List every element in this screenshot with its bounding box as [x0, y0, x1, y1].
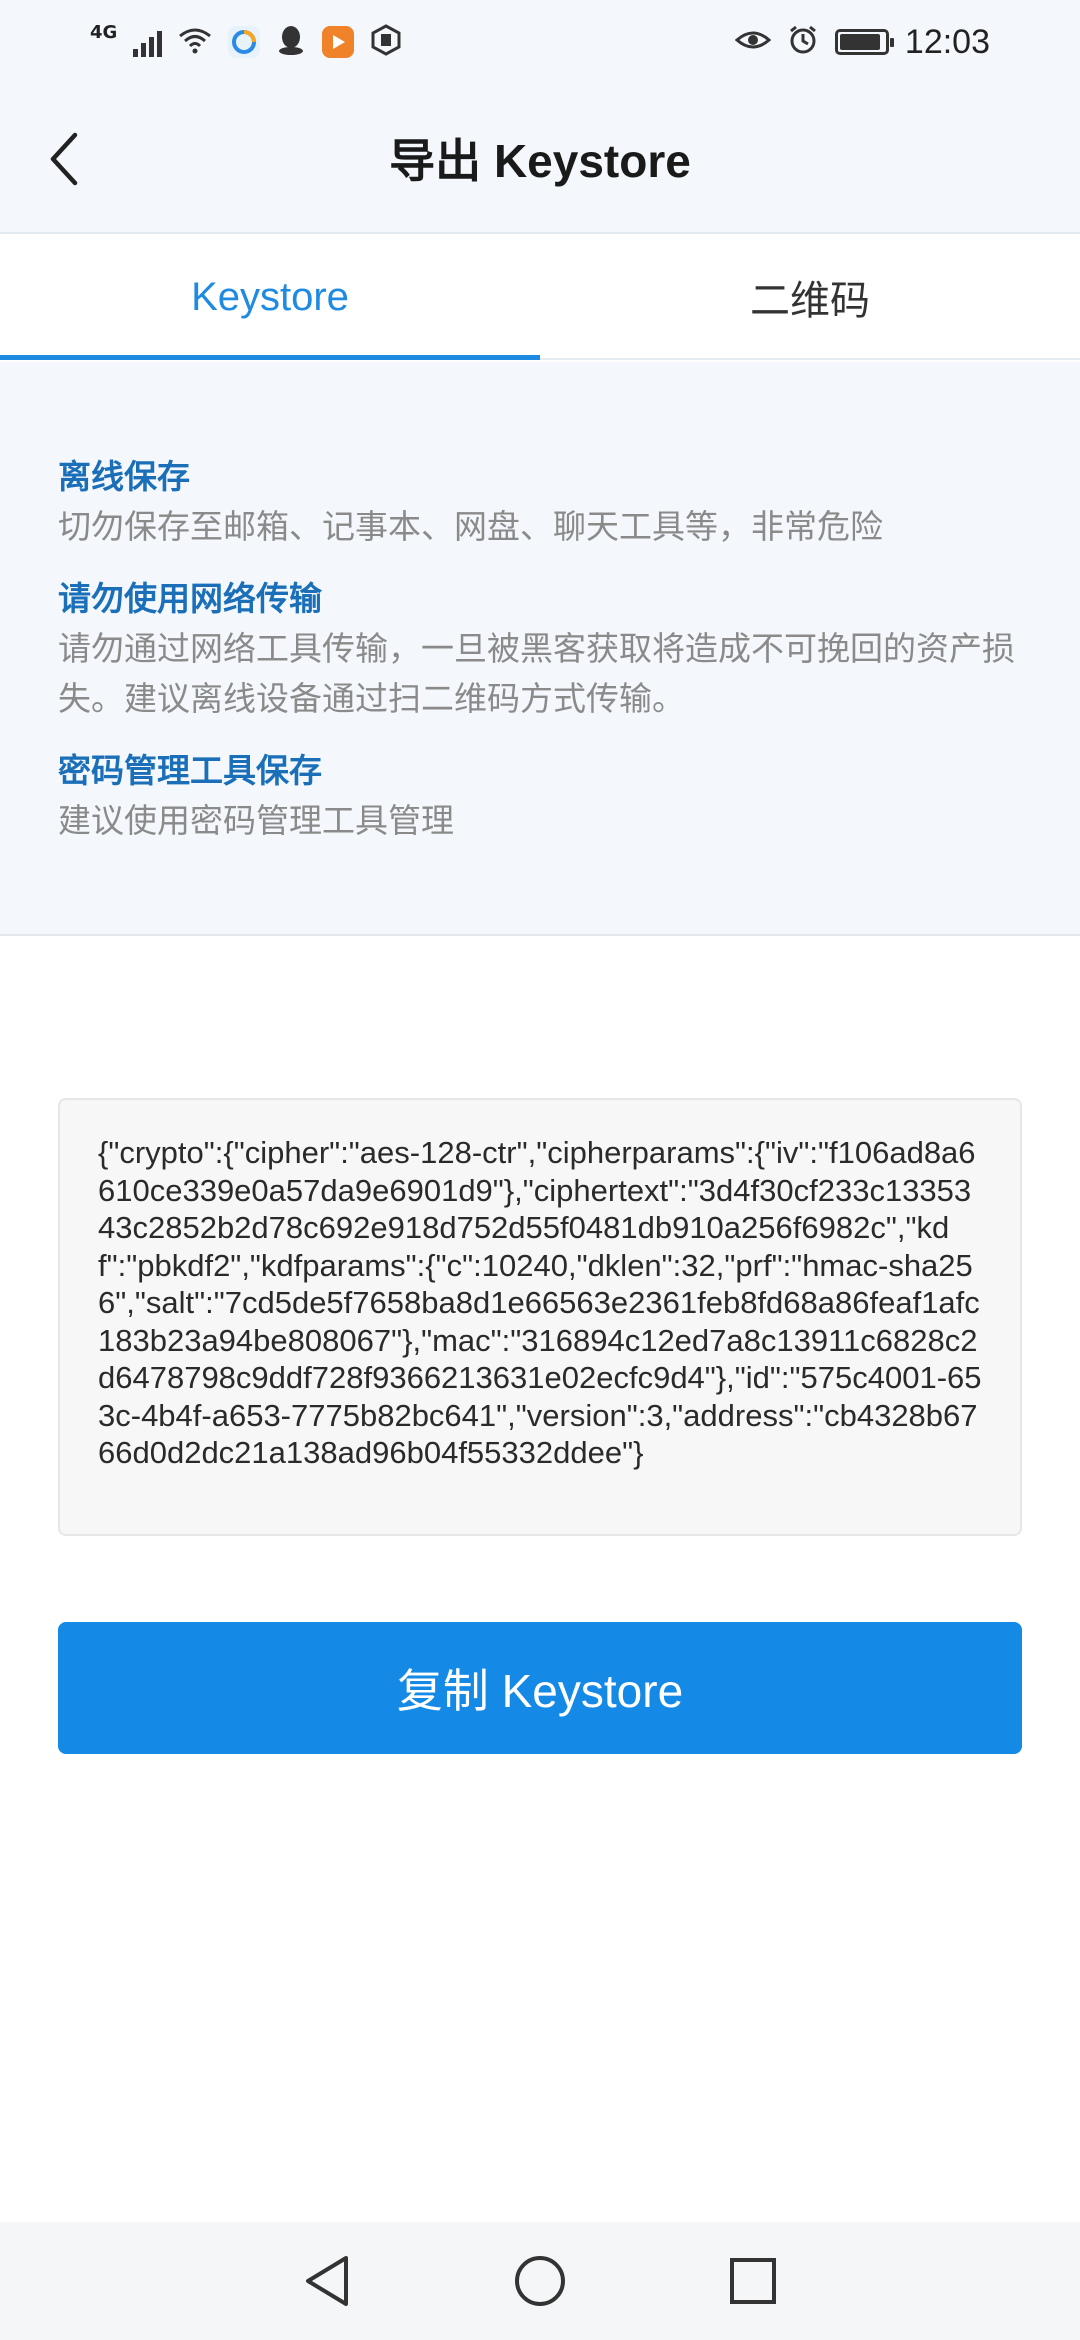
nav-home-button[interactable] — [500, 2241, 580, 2321]
network-type: 4G — [90, 21, 118, 43]
qq-icon — [276, 24, 306, 60]
nav-back-button[interactable] — [287, 2241, 367, 2321]
copy-keystore-button[interactable]: 复制 Keystore — [58, 1622, 1022, 1754]
security-notice-panel: 离线保存 切勿保存至邮箱、记事本、网盘、聊天工具等，非常危险 请勿使用网络传输 … — [0, 362, 1080, 936]
keystore-json[interactable]: {"crypto":{"cipher":"aes-128-ctr","ciphe… — [98, 1134, 984, 1472]
tab-keystore[interactable]: Keystore — [0, 236, 540, 360]
status-time: 12:03 — [904, 22, 990, 61]
chevron-left-icon — [50, 132, 78, 186]
status-bar: 4G 12:03 — [0, 0, 1080, 84]
tab-bar: Keystore 二维码 — [0, 236, 1080, 360]
status-left: 4G — [90, 21, 402, 60]
notice-desc: 请勿通过网络工具传输，一旦被黑客获取将造成不可挽回的资产损失。建议离线设备通过扫… — [58, 629, 1015, 718]
browser-app-icon — [228, 26, 261, 58]
tab-qrcode[interactable]: 二维码 — [540, 236, 1080, 358]
keystore-text-box[interactable]: {"crypto":{"cipher":"aes-128-ctr","ciphe… — [58, 1098, 1022, 1536]
notice-item: 请勿使用网络传输 请勿通过网络工具传输，一旦被黑客获取将造成不可挽回的资产损失。… — [58, 574, 1022, 724]
app-header: 导出 Keystore — [0, 84, 1080, 234]
wifi-icon — [178, 26, 212, 58]
screen: 4G 12:03 导出 Keystore Keystore 二维码 离线保存 切… — [0, 0, 1080, 2340]
notice-item: 离线保存 切勿保存至邮箱、记事本、网盘、聊天工具等，非常危险 — [58, 452, 1022, 552]
square-recents-icon — [730, 2258, 777, 2304]
notice-item: 密码管理工具保存 建议使用密码管理工具管理 — [58, 746, 1022, 846]
signal-icon — [133, 27, 163, 57]
notice-title: 离线保存 — [58, 457, 190, 496]
circle-home-icon — [514, 2256, 565, 2306]
notice-desc: 切勿保存至邮箱、记事本、网盘、聊天工具等，非常危险 — [58, 507, 883, 546]
app-icon — [370, 24, 402, 60]
video-app-icon — [322, 26, 355, 58]
triangle-back-icon — [305, 2256, 348, 2306]
nav-recents-button[interactable] — [713, 2241, 793, 2321]
back-button[interactable] — [30, 124, 100, 194]
notice-desc: 建议使用密码管理工具管理 — [58, 801, 454, 840]
battery-icon — [834, 29, 894, 55]
notice-title: 密码管理工具保存 — [58, 751, 322, 790]
system-nav-bar — [0, 2222, 1080, 2340]
notice-title: 请勿使用网络传输 — [58, 579, 322, 618]
eye-care-icon — [734, 26, 772, 58]
page-title: 导出 Keystore — [389, 135, 691, 187]
alarm-icon — [787, 24, 819, 60]
status-right: 12:03 — [734, 22, 990, 62]
